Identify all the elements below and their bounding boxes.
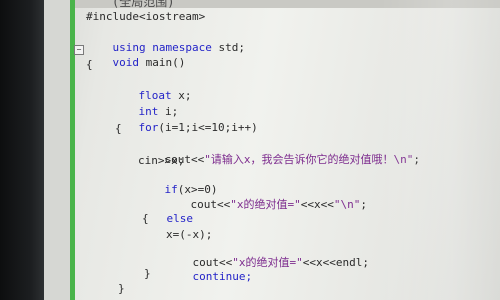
code-token: (i=1;i<=10;i++) [158, 121, 258, 134]
code-editor-window: (全局范围) − #include<iostream> using namesp… [0, 0, 500, 300]
code-token: <<x<< [300, 198, 334, 211]
code-line-include[interactable]: #include<iostream> [86, 10, 205, 24]
line-number-gutter [44, 0, 70, 300]
code-line-continue[interactable]: continue; [166, 256, 253, 298]
string-token: "x的绝对值=" [230, 198, 301, 211]
code-line-cout-abs[interactable]: cout<<"x的绝对值="<<x<<"\n"; [164, 184, 368, 226]
code-token: <<x<<endl; [302, 256, 369, 269]
keyword-token: else [166, 212, 194, 225]
code-token: ; [360, 198, 367, 211]
keyword-token: for [138, 121, 159, 134]
code-line-cin[interactable]: cin>>x; [138, 154, 184, 168]
code-line-for-open-brace[interactable]: { [115, 122, 122, 136]
code-line-negate[interactable]: x=(-x); [166, 228, 212, 242]
code-token: std; [211, 41, 245, 54]
code-token: cout<< [190, 198, 231, 211]
scope-label: (全局范围) [112, 0, 175, 9]
monitor-bezel [0, 0, 44, 300]
keyword-token: continue; [192, 270, 253, 283]
string-token: "\n" [333, 198, 361, 211]
code-token: ; [413, 153, 420, 166]
code-line-else-close-brace[interactable]: } [144, 267, 151, 281]
collapse-icon[interactable]: − [74, 45, 84, 55]
keyword-token: void [112, 56, 140, 69]
code-token: main() [139, 56, 186, 69]
code-line-open-brace[interactable]: { [86, 58, 93, 72]
code-line-else-open-brace[interactable]: { [142, 212, 149, 226]
string-token: "请输入x，我会告诉你它的绝对值哦！\n" [204, 153, 414, 166]
code-line-for-close-brace[interactable]: } [118, 282, 125, 296]
scope-dropdown[interactable]: (全局范围) [44, 0, 500, 9]
